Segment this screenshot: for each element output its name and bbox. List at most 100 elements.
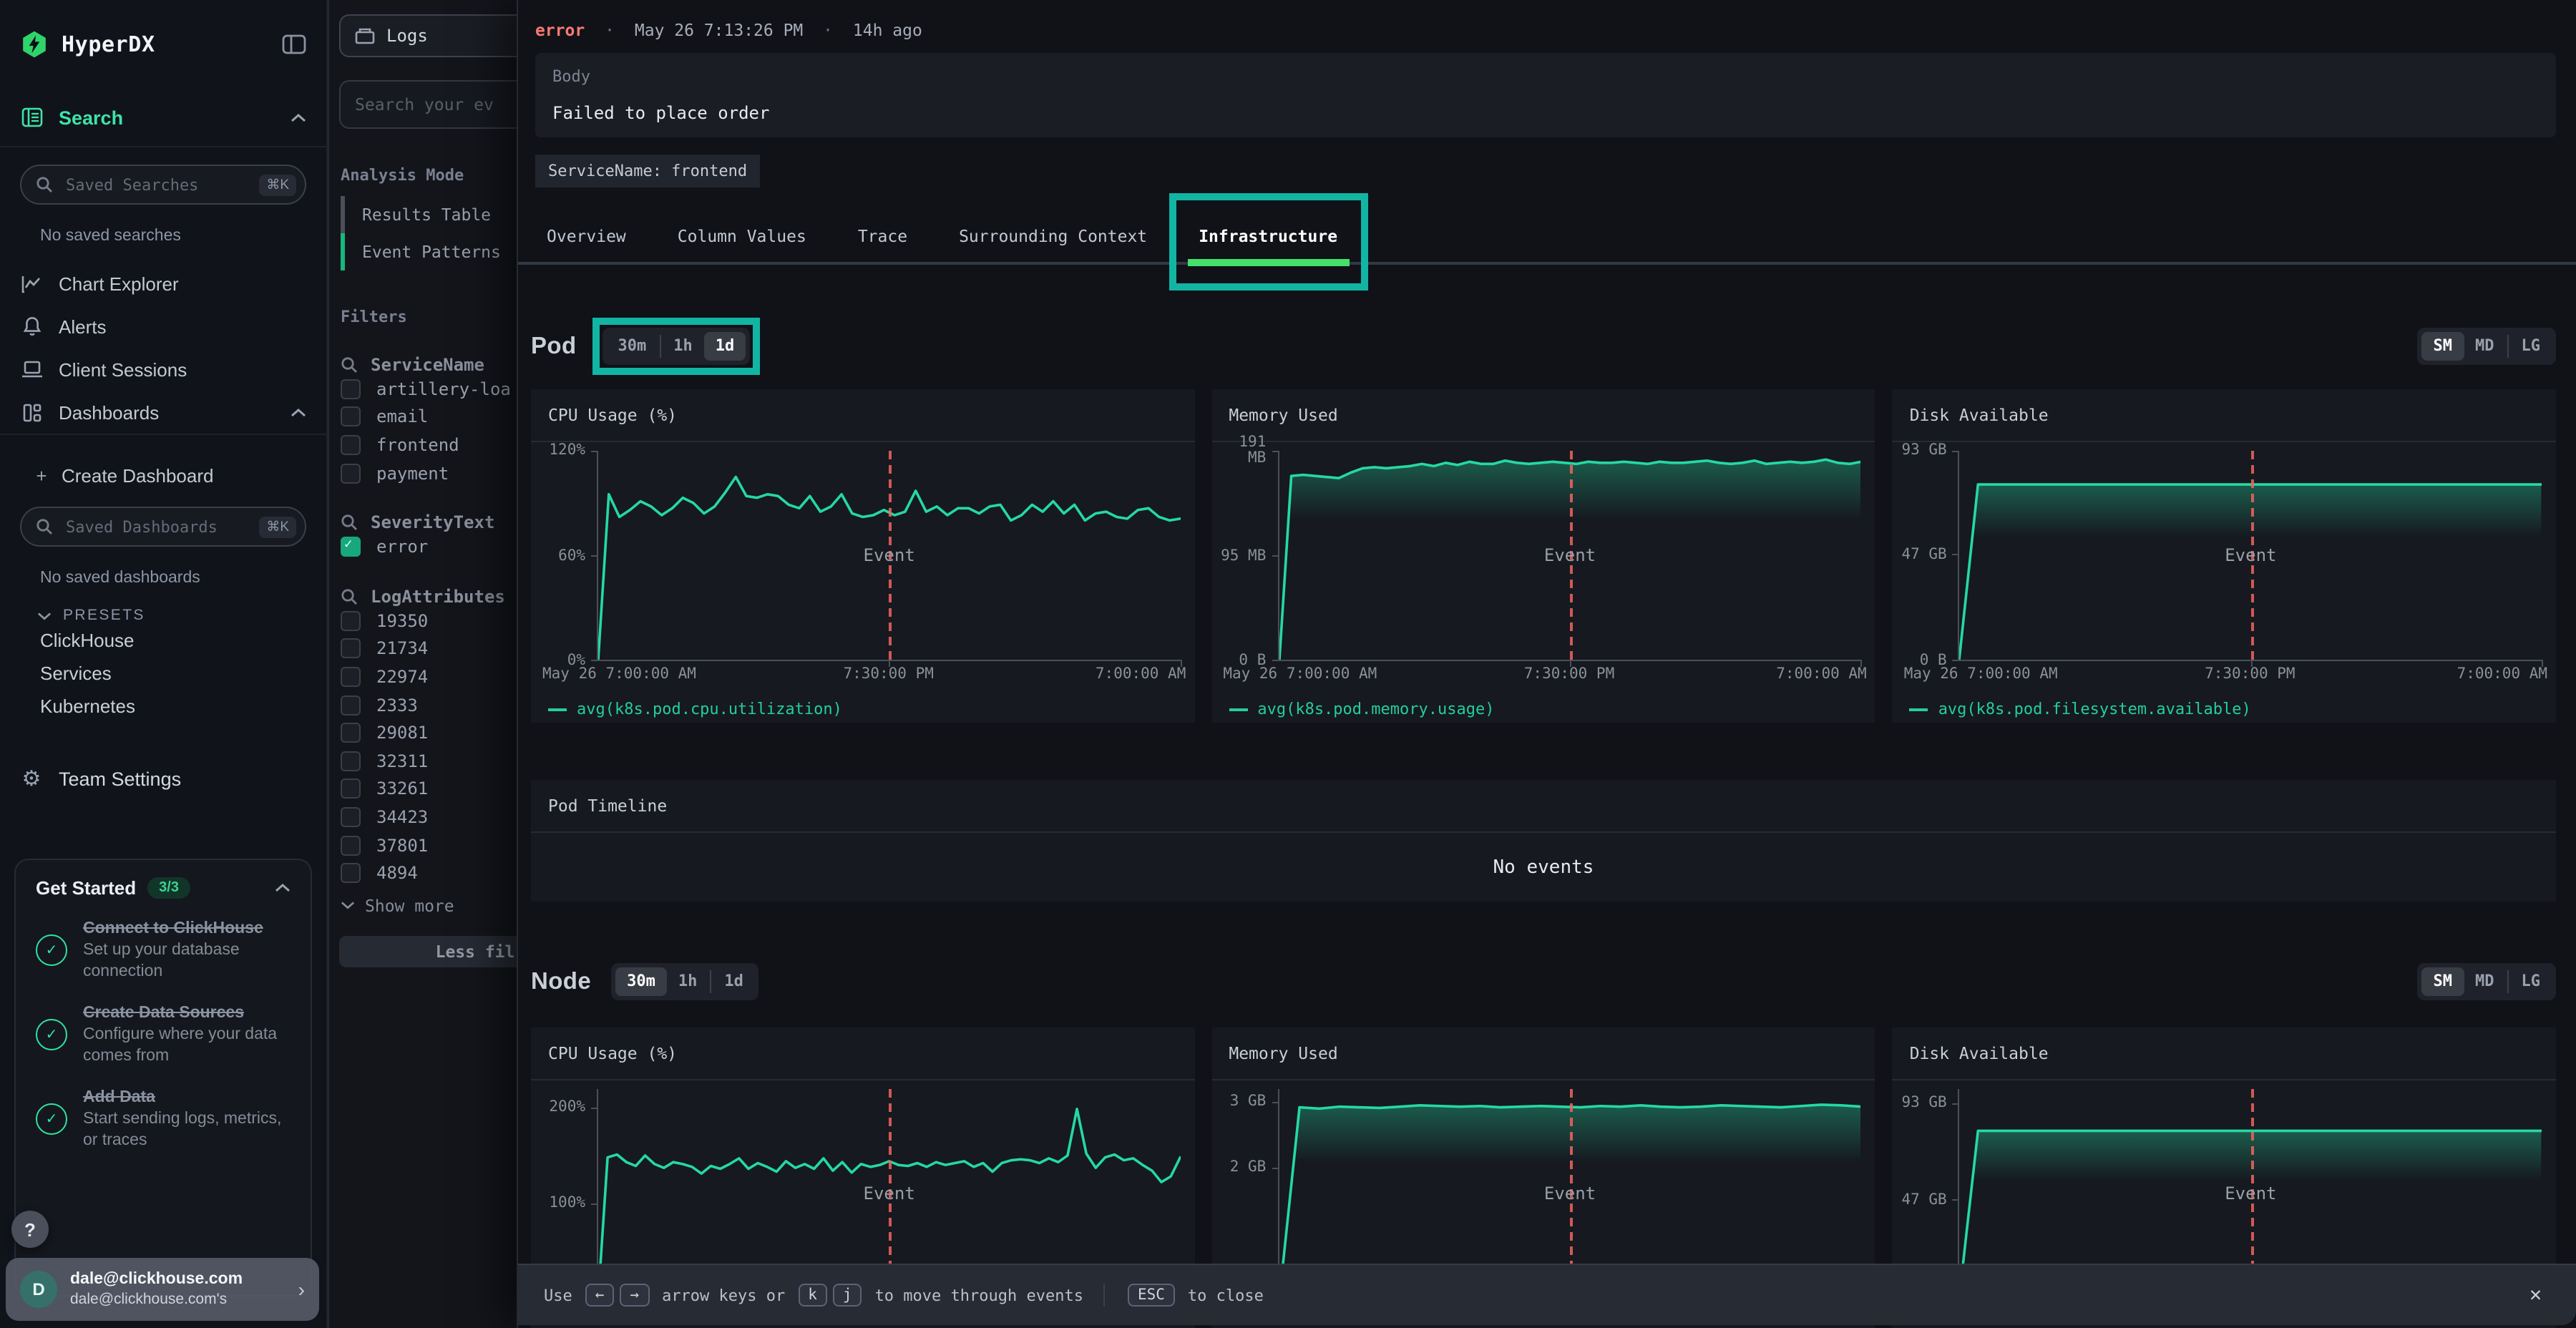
filter-option-label: artillery-loa <box>376 379 511 399</box>
checkbox-checked[interactable] <box>341 537 361 557</box>
filter-option[interactable]: 19350 <box>341 607 517 635</box>
analysis-mode-label: Analysis Mode <box>341 166 517 185</box>
presets-label: PRESETS <box>63 607 145 624</box>
pod-time-range-control: 30m 1h 1d <box>602 328 751 364</box>
checkbox[interactable] <box>341 435 361 455</box>
filter-option[interactable]: 21734 <box>341 635 517 663</box>
less-filters-button[interactable]: Less fil <box>339 936 517 967</box>
gear-icon: ⚙ <box>20 766 43 791</box>
saved-dashboards-field[interactable] <box>63 516 259 537</box>
saved-dashboards-input[interactable]: ⌘K <box>20 507 306 547</box>
mode-event-patterns[interactable]: Event Patterns <box>341 233 517 270</box>
help-button[interactable]: ? <box>11 1211 49 1248</box>
range-30m[interactable]: 30m <box>607 333 658 360</box>
chart-legend: avg(k8s.pod.filesystem.available) <box>1893 691 2556 718</box>
tab-trace[interactable]: Trace <box>844 210 922 262</box>
size-md[interactable]: MD <box>2464 333 2506 360</box>
sidebar-item-search[interactable]: Search <box>0 89 326 146</box>
filter-option[interactable]: artillery-loa <box>341 375 517 403</box>
checkbox[interactable] <box>341 779 361 799</box>
filter-option-label: 4894 <box>376 863 418 883</box>
user-menu[interactable]: D dale@clickhouse.com dale@clickhouse.co… <box>6 1258 319 1321</box>
size-md[interactable]: MD <box>2464 968 2506 995</box>
filter-option[interactable]: frontend <box>341 431 517 459</box>
pod-timeline-card: Pod Timeline No events <box>531 780 2556 902</box>
close-panel-button[interactable]: ✕ <box>2521 1278 2550 1312</box>
preset-clickhouse[interactable]: ClickHouse <box>0 624 326 657</box>
filter-option[interactable]: 32311 <box>341 747 517 775</box>
collapse-sidebar-icon[interactable] <box>282 34 306 54</box>
range-1d[interactable]: 1d <box>713 968 755 995</box>
filter-option[interactable]: 34423 <box>341 803 517 831</box>
checkbox[interactable] <box>341 863 361 883</box>
range-30m[interactable]: 30m <box>615 968 667 995</box>
mode-label: Event Patterns <box>362 242 501 262</box>
step-title: Create Data Sources <box>83 1003 291 1025</box>
sidebar-item-dashboards[interactable]: Dashboards <box>0 391 326 434</box>
filter-option[interactable]: 4894 <box>341 859 517 887</box>
range-1h[interactable]: 1h <box>667 968 709 995</box>
mode-indicator <box>341 233 345 270</box>
range-1h[interactable]: 1h <box>662 333 704 360</box>
checkbox[interactable] <box>341 463 361 483</box>
tab-surrounding-context[interactable]: Surrounding Context <box>945 210 1161 262</box>
preset-kubernetes[interactable]: Kubernetes <box>0 690 326 723</box>
checkbox[interactable] <box>341 695 361 715</box>
filter-option[interactable]: 37801 <box>341 831 517 859</box>
checkbox[interactable] <box>341 407 361 427</box>
checkbox[interactable] <box>341 379 361 399</box>
checkbox[interactable] <box>341 639 361 659</box>
get-started-step-sources[interactable]: ✓ Create Data Sources Configure where yo… <box>36 1003 291 1068</box>
chart-title: Memory Used <box>1211 389 1875 442</box>
filter-option[interactable]: 2333 <box>341 691 517 719</box>
show-more-toggle[interactable]: Show more <box>341 896 517 916</box>
mode-results-table[interactable]: Results Table <box>341 196 517 233</box>
service-name-chip[interactable]: ServiceName: frontend <box>535 155 760 187</box>
create-dashboard-button[interactable]: + Create Dashboard <box>0 455 326 495</box>
hint-text: to close <box>1188 1286 1264 1304</box>
get-started-step-add-data[interactable]: ✓ Add Data Start sending logs, metrics, … <box>36 1087 291 1151</box>
tab-overview[interactable]: Overview <box>532 210 640 262</box>
tab-column-values[interactable]: Column Values <box>663 210 821 262</box>
filter-option[interactable]: 29081 <box>341 719 517 747</box>
filter-option[interactable]: email <box>341 403 517 431</box>
size-sm[interactable]: SM <box>2422 333 2464 360</box>
checkbox[interactable] <box>341 751 361 771</box>
filter-option[interactable]: payment <box>341 459 517 487</box>
presets-toggle[interactable]: PRESETS <box>37 607 306 624</box>
checkbox[interactable] <box>341 611 361 631</box>
filter-option-label: 19350 <box>376 611 428 631</box>
sidebar-item-team-settings[interactable]: ⚙ Team Settings <box>0 754 326 803</box>
filter-option[interactable]: 22974 <box>341 663 517 690</box>
sidebar-item-chart-explorer[interactable]: Chart Explorer <box>0 262 326 305</box>
check-circle-icon: ✓ <box>36 1103 67 1135</box>
detail-tabs: Overview Column Values Trace Surrounding… <box>518 210 2576 265</box>
saved-searches-field[interactable] <box>63 174 259 195</box>
checkbox[interactable] <box>341 835 361 855</box>
checkbox[interactable] <box>341 723 361 743</box>
sidebar-item-label: Dashboards <box>59 401 159 423</box>
get-started-step-connect[interactable]: ✓ Connect to ClickHouse Set up your data… <box>36 919 291 983</box>
event-search-input[interactable] <box>339 80 517 129</box>
checkbox[interactable] <box>341 807 361 827</box>
checkbox[interactable] <box>341 667 361 687</box>
saved-searches-input[interactable]: ⌘K <box>20 165 306 205</box>
tab-label: Column Values <box>678 226 806 246</box>
size-sm[interactable]: SM <box>2422 968 2464 995</box>
sidebar-item-alerts[interactable]: Alerts <box>0 305 326 348</box>
plus-icon: + <box>34 464 49 486</box>
brand-row: HyperDX <box>0 0 326 89</box>
search-panel-icon <box>20 107 43 127</box>
filter-option-error[interactable]: error <box>341 533 517 561</box>
sidebar-item-client-sessions[interactable]: Client Sessions <box>0 348 326 391</box>
sidebar-item-label: Search <box>59 107 123 128</box>
tab-label: Trace <box>858 226 907 246</box>
preset-services[interactable]: Services <box>0 657 326 690</box>
range-1d[interactable]: 1d <box>704 333 746 360</box>
size-lg[interactable]: LG <box>2510 968 2552 995</box>
chevron-up-icon[interactable] <box>275 883 291 893</box>
source-selector-button[interactable]: Logs <box>339 14 517 57</box>
filter-option[interactable]: 33261 <box>341 775 517 803</box>
size-lg[interactable]: LG <box>2510 333 2552 360</box>
tab-infrastructure[interactable]: Infrastructure <box>1184 210 1352 262</box>
